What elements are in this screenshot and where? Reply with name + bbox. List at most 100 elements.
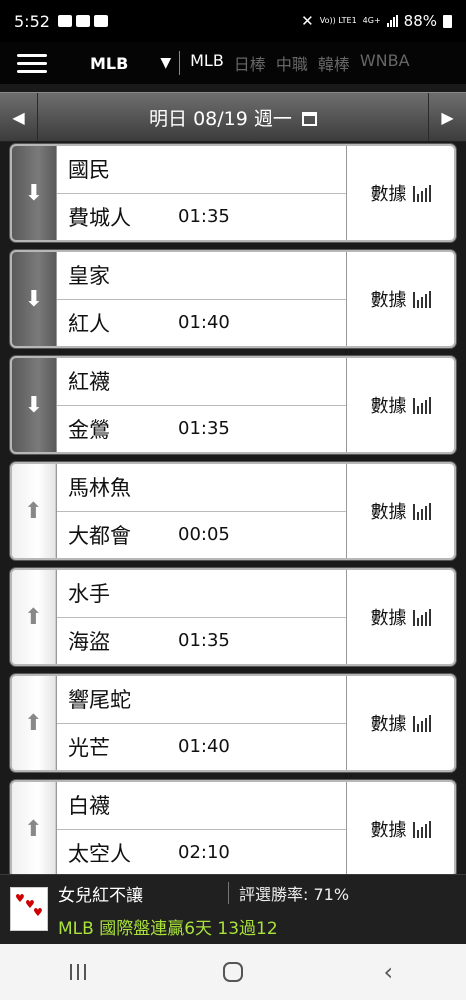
game-card[interactable]: ⬆ 響尾蛇光芒 01:40 數據: [10, 674, 456, 772]
bar-chart-icon: [412, 714, 431, 732]
game-list[interactable]: ⬇ 國民 費城人 01:35 數據 ⬇ 皇家 紅人 01:40 數據 ⬇ 紅襪 金鶯 01:35 數據 ⬆ 馬林…: [0, 142, 466, 874]
system-nav-bar: ‹: [0, 944, 466, 1000]
stats-label: 數據: [370, 184, 407, 205]
clock: 5:52: [14, 11, 50, 31]
expand-toggle[interactable]: ⬆: [12, 464, 56, 558]
mail-icon: [75, 15, 90, 27]
away-team-row: 水手: [57, 570, 346, 618]
game-time: 01:35: [178, 630, 230, 652]
stats-label: 數據: [370, 714, 407, 735]
away-team: 馬林魚: [68, 476, 131, 501]
home-team: 太空人: [68, 841, 131, 866]
game-time: 01:40: [178, 736, 230, 758]
away-team: 水手: [68, 582, 110, 607]
away-team-row: 白襪: [57, 782, 346, 830]
left-arrow-icon: ◀: [12, 107, 25, 127]
home-icon: [222, 962, 243, 982]
expand-toggle[interactable]: ⬆: [12, 570, 56, 664]
up-arrow-icon: ⬆: [24, 816, 43, 842]
stats-button[interactable]: 數據: [346, 676, 454, 770]
expand-toggle[interactable]: ⬆: [12, 782, 56, 874]
home-team: 海盜: [68, 629, 110, 654]
away-team: 紅襪: [68, 370, 110, 395]
stats-button[interactable]: 數據: [346, 252, 454, 346]
notification-icons: [57, 15, 108, 27]
stats-label: 數據: [370, 820, 407, 841]
bar-chart-icon: [412, 502, 431, 520]
mute-icon: ✕: [301, 12, 314, 30]
matchup: 白襪太空人 02:10: [56, 782, 346, 874]
matchup: 國民費城人 01:35: [56, 146, 346, 240]
game-card[interactable]: ⬇ 國民費城人 01:35 數據: [10, 144, 456, 242]
game-time: 01:35: [178, 206, 230, 228]
home-team: 費城人: [68, 205, 131, 230]
down-arrow-icon: ⬇: [24, 286, 44, 312]
game-card[interactable]: ⬇ 皇家 紅人 01:40 數據: [10, 250, 456, 348]
home-team-row: 海盜 01:35: [57, 618, 346, 665]
tipster-banner[interactable]: ♥ ♥ ♥ 女兒紅不讓 評選勝率: 71% MLB 國際盤連贏6天 13過12: [0, 874, 466, 944]
home-team-row: 大都會 00:05: [57, 512, 346, 559]
down-arrow-icon: ⬇: [24, 392, 44, 418]
cards-avatar-icon[interactable]: ♥ ♥ ♥: [10, 887, 48, 931]
home-team: 光芒: [68, 735, 110, 760]
game-card[interactable]: ⬆ 白襪太空人 02:10 數據: [10, 780, 456, 874]
stats-button[interactable]: 數據: [346, 146, 454, 240]
back-icon: ‹: [383, 958, 394, 986]
tab-3[interactable]: 韓棒: [318, 51, 350, 75]
stats-button[interactable]: 數據: [346, 358, 454, 452]
up-arrow-icon: ⬆: [24, 498, 43, 524]
win-rate: 評選勝率: 71%: [239, 885, 350, 904]
stats-label: 數據: [370, 608, 407, 629]
away-team-row: 馬林魚: [57, 464, 346, 512]
game-time: 02:10: [178, 842, 230, 864]
expand-toggle[interactable]: ⬇: [12, 252, 56, 346]
date-label: 明日 08/19 週一: [149, 107, 292, 130]
top-nav: MLB ▼ MLB 日棒 中職 韓棒 WNBA: [0, 42, 466, 84]
network-type-icon: 4G+: [362, 16, 381, 25]
stats-button[interactable]: 數據: [346, 570, 454, 664]
next-date-button[interactable]: ▶: [428, 93, 466, 141]
away-team-row: 響尾蛇: [57, 676, 346, 724]
away-team-row: 國民: [57, 146, 346, 194]
game-card[interactable]: ⬆ 馬林魚大都會 00:05 數據: [10, 462, 456, 560]
menu-icon[interactable]: [17, 53, 47, 73]
promo-divider: [228, 882, 229, 904]
check-icon: [93, 15, 108, 27]
recents-button[interactable]: [48, 964, 108, 980]
stats-label: 數據: [370, 290, 407, 311]
league-select[interactable]: MLB: [90, 54, 128, 73]
tab-0[interactable]: MLB: [190, 51, 224, 75]
volte-icon: Vo)) LTE1: [319, 16, 357, 25]
dropdown-arrow-icon[interactable]: ▼: [160, 55, 171, 71]
away-team: 皇家: [68, 264, 110, 289]
tab-2[interactable]: 中職: [276, 51, 308, 75]
right-arrow-icon: ▶: [441, 107, 454, 127]
away-team: 白襪: [68, 794, 110, 819]
back-button[interactable]: ‹: [358, 958, 418, 986]
bar-chart-icon: [412, 608, 431, 626]
prev-date-button[interactable]: ◀: [0, 93, 38, 141]
tab-1[interactable]: 日棒: [234, 51, 266, 75]
win-record: MLB 國際盤連贏6天 13過12: [58, 918, 278, 939]
down-arrow-icon: ⬇: [24, 180, 44, 206]
home-button[interactable]: [203, 962, 263, 982]
game-card[interactable]: ⬆ 水手海盜 01:35 數據: [10, 568, 456, 666]
away-team: 國民: [68, 158, 110, 183]
away-team-row: 皇家: [57, 252, 346, 300]
stats-button[interactable]: 數據: [346, 782, 454, 874]
image-icon: [57, 15, 72, 27]
game-card[interactable]: ⬇ 紅襪 金鶯 01:35 數據: [10, 356, 456, 454]
expand-toggle[interactable]: ⬇: [12, 358, 56, 452]
date-selector[interactable]: 明日 08/19 週一: [38, 104, 428, 131]
home-team: 大都會: [68, 523, 131, 548]
tab-4[interactable]: WNBA: [360, 51, 410, 75]
game-time: 01:40: [178, 312, 230, 334]
matchup: 響尾蛇光芒 01:40: [56, 676, 346, 770]
expand-toggle[interactable]: ⬇: [12, 146, 56, 240]
bar-chart-icon: [412, 290, 431, 308]
expand-toggle[interactable]: ⬆: [12, 676, 56, 770]
stats-button[interactable]: 數據: [346, 464, 454, 558]
date-bar: ◀ 明日 08/19 週一 ▶: [0, 92, 466, 142]
status-bar: 5:52 ✕ Vo)) LTE1 4G+ 88%: [0, 0, 466, 42]
home-team-row: 太空人 02:10: [57, 830, 346, 875]
